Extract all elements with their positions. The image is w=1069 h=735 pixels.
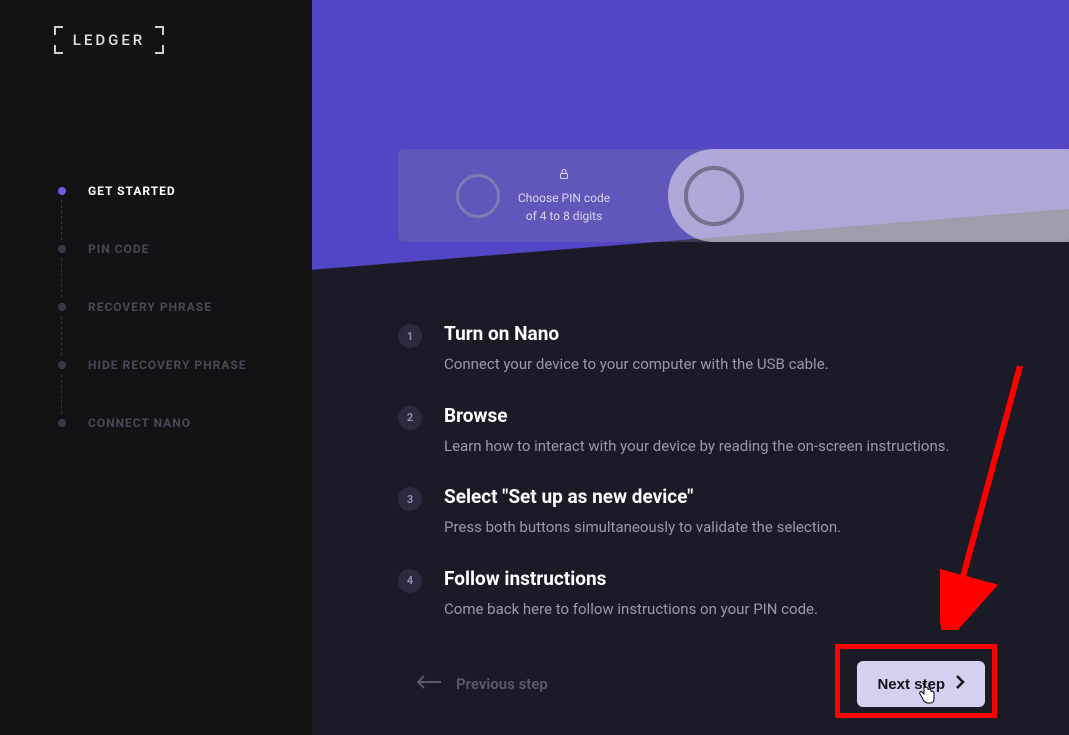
next-step-label: Next step <box>877 676 945 693</box>
step-title: Follow instructions <box>444 567 818 590</box>
step-description: Press both buttons simultaneously to val… <box>444 516 841 539</box>
nav-dot-icon <box>58 303 66 311</box>
step-description: Connect your device to your computer wit… <box>444 353 829 376</box>
step-description: Learn how to interact with your device b… <box>444 435 949 458</box>
device-body <box>668 149 1069 242</box>
device-screen-text: Choose PIN code of 4 to 8 digits <box>518 167 610 225</box>
nav-connect-nano[interactable]: CONNECT NANO <box>58 394 312 452</box>
nav-dot-icon <box>58 187 66 195</box>
brand-logo: LEDGER <box>58 28 160 52</box>
device-button-right-icon <box>684 166 744 226</box>
nav-label: HIDE RECOVERY PHRASE <box>88 358 246 372</box>
nav-label: CONNECT NANO <box>88 416 191 430</box>
steps-list: 1 Turn on Nano Connect your device to yo… <box>398 322 978 648</box>
arrow-left-icon <box>416 675 442 693</box>
step-item: 3 Select "Set up as new device" Press bo… <box>398 485 978 539</box>
step-number-badge: 2 <box>398 406 422 430</box>
hero-background <box>312 0 1069 290</box>
step-title: Turn on Nano <box>444 322 829 345</box>
step-number-badge: 4 <box>398 569 422 593</box>
step-number-badge: 1 <box>398 324 422 348</box>
nav-pin-code[interactable]: PIN CODE <box>58 220 312 278</box>
nav-label: PIN CODE <box>88 242 149 256</box>
device-button-left-icon <box>456 174 500 218</box>
sidebar: LEDGER GET STARTED PIN CODE RECOVERY PHR… <box>0 0 312 735</box>
device-text-line2: of 4 to 8 digits <box>526 209 603 223</box>
nav-dot-icon <box>58 361 66 369</box>
setup-nav: GET STARTED PIN CODE RECOVERY PHRASE HID… <box>58 162 312 452</box>
device-text-line1: Choose PIN code <box>518 191 610 205</box>
nav-label: RECOVERY PHRASE <box>88 300 212 314</box>
step-item: 1 Turn on Nano Connect your device to yo… <box>398 322 978 376</box>
previous-step-label: Previous step <box>456 675 548 693</box>
step-title: Select "Set up as new device" <box>444 485 841 508</box>
nav-label: GET STARTED <box>88 184 176 198</box>
device-illustration: Choose PIN code of 4 to 8 digits <box>398 149 1069 242</box>
step-number-badge: 3 <box>398 487 422 511</box>
nav-recovery-phrase[interactable]: RECOVERY PHRASE <box>58 278 312 336</box>
nav-hide-recovery-phrase[interactable]: HIDE RECOVERY PHRASE <box>58 336 312 394</box>
footer-navigation: Previous step Next step <box>416 661 985 707</box>
previous-step-button[interactable]: Previous step <box>416 675 548 693</box>
next-step-button[interactable]: Next step <box>857 661 985 707</box>
nav-dot-icon <box>58 419 66 427</box>
nav-get-started[interactable]: GET STARTED <box>58 162 312 220</box>
brand-text: LEDGER <box>73 31 146 49</box>
lock-icon <box>518 167 610 185</box>
device-screen: Choose PIN code of 4 to 8 digits <box>398 149 668 242</box>
step-description: Come back here to follow instructions on… <box>444 598 818 621</box>
nav-dot-icon <box>58 245 66 253</box>
main-content: Choose PIN code of 4 to 8 digits 1 Turn … <box>312 0 1069 735</box>
step-title: Browse <box>444 404 949 427</box>
chevron-right-icon <box>955 675 965 693</box>
step-item: 4 Follow instructions Come back here to … <box>398 567 978 621</box>
step-item: 2 Browse Learn how to interact with your… <box>398 404 978 458</box>
